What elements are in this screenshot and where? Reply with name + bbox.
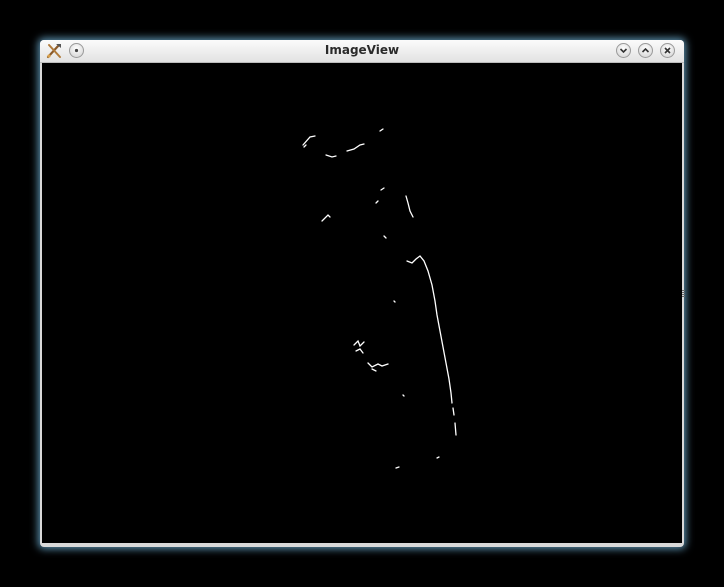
chevron-down-icon [619,48,628,54]
imageview-window[interactable]: ImageView [40,40,684,547]
close-button[interactable] [660,43,675,58]
edge-image [42,63,682,543]
chevron-up-icon [641,47,650,53]
title-bar[interactable]: ImageView [40,40,684,63]
maximize-button[interactable] [638,43,653,58]
close-icon [664,47,671,54]
image-canvas[interactable] [42,63,682,543]
window-title: ImageView [324,43,400,57]
minimize-button[interactable] [616,43,631,58]
resize-grip[interactable] [682,290,685,298]
